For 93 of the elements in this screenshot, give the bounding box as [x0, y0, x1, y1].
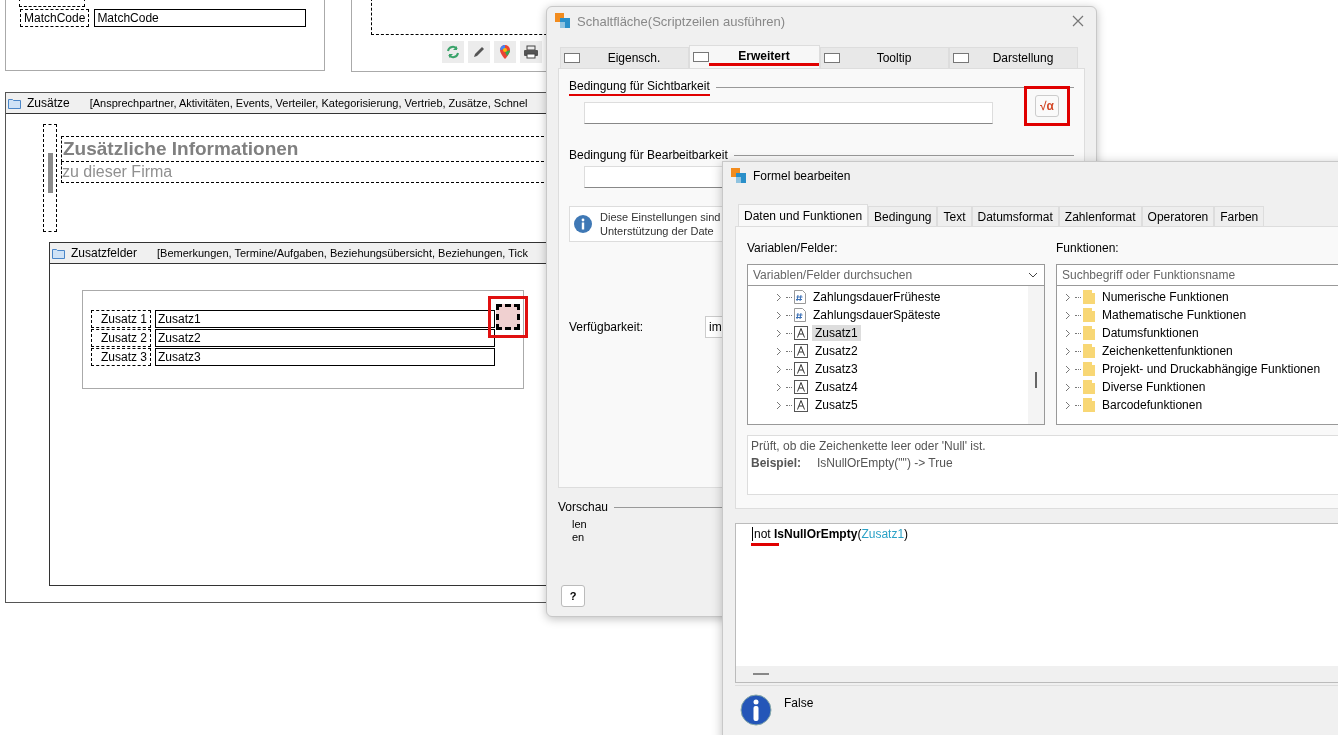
info-icon	[574, 215, 592, 233]
scrollbar-thumb[interactable]	[1035, 372, 1037, 388]
selected-button-element[interactable]	[496, 304, 520, 330]
form-field: Zusatz1	[155, 310, 495, 328]
folder-icon	[1083, 344, 1095, 358]
highlight-underline	[751, 543, 779, 546]
printer-icon	[523, 45, 539, 59]
tree-item[interactable]: Zusatz5	[812, 397, 861, 413]
example-text: IsNullOrEmpty("") -> True	[817, 456, 953, 470]
placeholder-frame	[19, 0, 85, 7]
tree-item[interactable]: ZahlungsdauerFrüheste	[810, 289, 944, 305]
close-icon[interactable]	[1072, 15, 1084, 27]
tree-item[interactable]: Zusatz1	[812, 325, 861, 341]
window-title: Formel bearbeiten	[753, 169, 851, 183]
text-field-icon	[794, 398, 808, 412]
tree-item[interactable]: Zusatz4	[812, 379, 861, 395]
tree-item[interactable]: Diverse Funktionen	[1099, 379, 1209, 395]
splitter-handle[interactable]	[753, 673, 769, 675]
tab[interactable]: Bedingung	[868, 206, 938, 226]
list-label: Funktionen:	[1056, 241, 1120, 255]
folder-icon	[1083, 398, 1095, 412]
group-label: Vorschau	[558, 500, 609, 514]
field-label: Zusatz 1	[91, 310, 151, 328]
folder-icon	[1083, 380, 1095, 394]
folder-icon	[52, 247, 65, 259]
form-field: Zusatz2	[155, 329, 495, 347]
field-label: Zusatz 2	[91, 329, 151, 347]
description-text: Prüft, ob die Zeichenkette leer oder 'Null' ist.	[751, 439, 987, 453]
refresh-icon	[446, 45, 460, 59]
search-field[interactable]: Suchbegriff oder Funktionsname	[1056, 264, 1338, 286]
list-label: Variablen/Felder:	[747, 241, 839, 255]
result-text: False	[784, 696, 814, 710]
section-title: Zusatzfelder	[71, 246, 138, 260]
field-label: Zusatz 3	[91, 348, 151, 366]
field-label: Verfügbarkeit:	[569, 320, 645, 334]
tree-item[interactable]: Numerische Funktionen	[1099, 289, 1232, 305]
tree-item[interactable]: ZahlungsdauerSpäteste	[810, 307, 944, 323]
window-title: Schaltfläche(Scriptzeilen ausführen)	[577, 13, 786, 29]
help-button[interactable]: ?	[561, 585, 585, 607]
tree-item[interactable]: Zeichenkettenfunktionen	[1099, 343, 1236, 359]
map-pin-icon	[498, 44, 512, 60]
tab[interactable]: Erweitert	[689, 45, 820, 68]
tab[interactable]: Farben	[1214, 206, 1265, 226]
number-field-icon	[794, 290, 806, 304]
text-field-icon	[794, 344, 808, 358]
preview-text: len en	[572, 518, 587, 544]
text-field-icon	[794, 326, 808, 340]
text-field-icon	[794, 362, 808, 376]
group-label: Bedingung für Bearbeitbarkeit	[569, 148, 728, 162]
tab[interactable]: Text	[937, 206, 972, 226]
print-button[interactable]	[520, 41, 542, 63]
form-field: Zusatz3	[155, 348, 495, 366]
folder-icon	[8, 97, 21, 109]
tab[interactable]: Tooltip	[820, 47, 949, 68]
folder-icon	[1083, 290, 1095, 304]
chevron-down-icon	[1028, 272, 1038, 278]
pencil-icon	[472, 45, 486, 59]
app-icon	[555, 13, 571, 29]
field-label: MatchCode	[20, 9, 90, 27]
tab[interactable]: Datumsformat	[971, 206, 1059, 226]
text-field-icon	[794, 380, 808, 394]
info-icon	[740, 694, 772, 726]
example-label: Beispiel:	[751, 456, 801, 470]
edit-button[interactable]	[468, 41, 490, 63]
formula-editor[interactable]: not IsNullOrEmpty(Zusatz1)	[735, 523, 1338, 683]
folder-icon	[1083, 308, 1095, 322]
tree-item[interactable]: Zusatz3	[812, 361, 861, 377]
refresh-button[interactable]	[442, 41, 464, 63]
section-title: Zusätze	[27, 96, 70, 110]
tree-item[interactable]: Zusatz2	[812, 343, 861, 359]
section-tab-list: [Bemerkungen, Termine/Aufgaben, Beziehungsübersicht, Beziehungen, Tick	[157, 247, 528, 259]
number-field-icon	[794, 308, 806, 322]
group-label: Bedingung für Sichtbarkeit	[569, 79, 710, 96]
folder-icon	[1083, 362, 1095, 376]
app-icon	[731, 168, 747, 184]
tab[interactable]: Zahlenformat	[1058, 206, 1142, 226]
accent-bar	[47, 153, 53, 193]
form-field: MatchCode	[94, 9, 307, 27]
info-text: Diese Einstellungen sind Unterstützung der Date	[600, 210, 721, 238]
condition-field[interactable]	[584, 102, 993, 124]
tab[interactable]: Eigensch.	[560, 47, 689, 68]
tree-item[interactable]: Barcodefunktionen	[1099, 397, 1206, 413]
formula-text: not IsNullOrEmpty(Zusatz1)	[752, 527, 909, 541]
tree-item[interactable]: Projekt- und Druckabhängige Funktionen	[1099, 361, 1324, 377]
tab[interactable]: Darstellung	[949, 47, 1078, 68]
folder-icon	[1083, 326, 1095, 340]
tab[interactable]: Daten und Funktionen	[738, 204, 869, 226]
section-tab-list: [Ansprechpartner, Aktivitäten, Events, Verteiler, Kategorisierung, Vertrieb, Zusätze, Schnel	[89, 97, 528, 109]
search-field[interactable]: Variablen/Felder durchsuchen	[747, 264, 1045, 286]
tree-item[interactable]: Datumsfunktionen	[1099, 325, 1202, 341]
tab[interactable]: Operatoren	[1141, 206, 1215, 226]
tree-item[interactable]: Mathematische Funktionen	[1099, 307, 1250, 323]
formula-button[interactable]: √α	[1035, 95, 1059, 117]
